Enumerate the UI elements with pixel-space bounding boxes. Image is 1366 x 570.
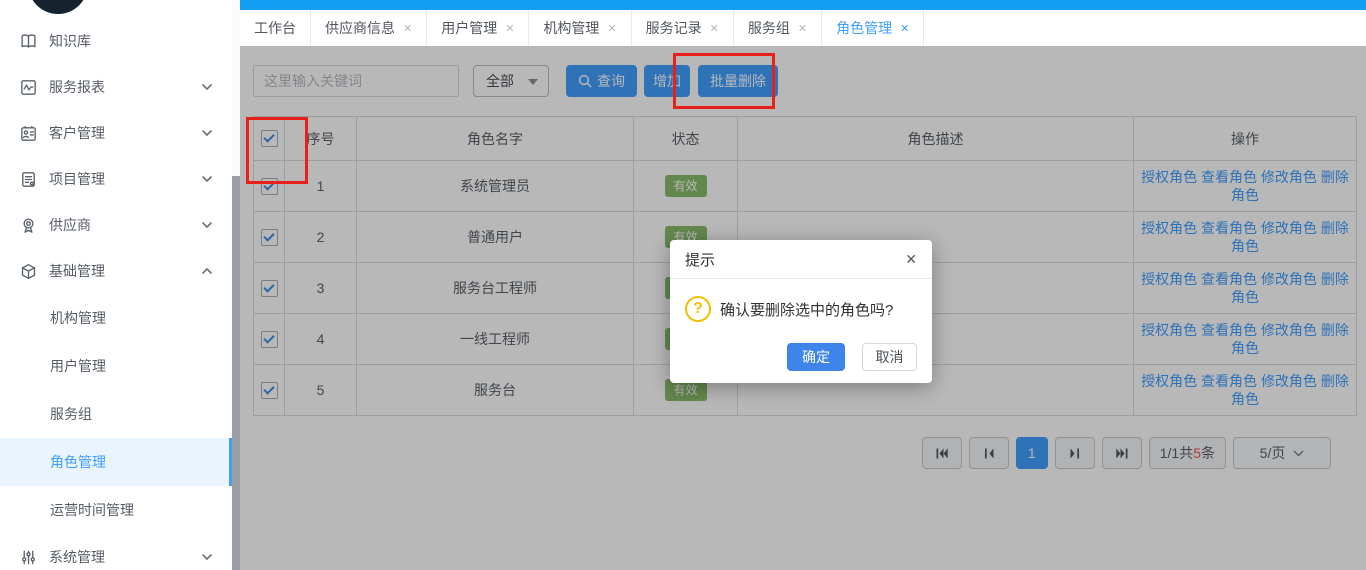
sidebar-item-label: 知识库 xyxy=(49,31,91,51)
tab-label: 工作台 xyxy=(254,18,296,38)
sidebar-subitem-user-mgmt[interactable]: 用户管理 xyxy=(0,342,232,390)
dialog-header: 提示 ✕ xyxy=(670,240,932,279)
sidebar: 知识库服务报表客户管理项目管理供应商基础管理 机构管理用户管理服务组角色管理运营… xyxy=(0,0,240,570)
tab-label: 服务组 xyxy=(748,18,790,38)
sidebar-item-label: 客户管理 xyxy=(49,123,105,143)
avatar[interactable] xyxy=(28,0,88,14)
sidebar-item-label: 系统管理 xyxy=(49,547,105,567)
cube-icon xyxy=(18,261,38,281)
sidebar-subitem-label: 运营时间管理 xyxy=(50,500,134,520)
tab-close-icon[interactable]: ✕ xyxy=(798,22,807,35)
chevron-down-icon xyxy=(202,554,212,560)
tab-label: 供应商信息 xyxy=(325,18,395,38)
sidebar-item-project-mgmt[interactable]: 项目管理 xyxy=(0,156,232,202)
dialog-footer: 确定 取消 xyxy=(787,343,917,371)
question-icon: ? xyxy=(685,296,711,322)
dialog-body: ? 确认要删除选中的角色吗? xyxy=(670,279,932,322)
sidebar-item-service-report[interactable]: 服务报表 xyxy=(0,64,232,110)
tab-close-icon[interactable]: ✕ xyxy=(710,22,719,35)
sidebar-subitem-label: 用户管理 xyxy=(50,356,106,376)
dialog-title: 提示 xyxy=(685,249,715,270)
chevron-down-icon xyxy=(202,176,212,182)
sidebar-subitem-operation-time-mgmt[interactable]: 运营时间管理 xyxy=(0,486,232,534)
project-icon xyxy=(18,169,38,189)
cancel-button[interactable]: 取消 xyxy=(862,343,917,371)
tab-bar: 工作台 供应商信息 ✕ 用户管理 ✕ 机构管理 ✕ 服务记录 ✕ 服务组 ✕ 角色管理 ✕ xyxy=(240,10,1366,46)
tab-close-icon[interactable]: ✕ xyxy=(900,22,909,35)
sliders-icon xyxy=(18,547,38,567)
sidebar-item-customer-mgmt[interactable]: 客户管理 xyxy=(0,110,232,156)
confirm-button[interactable]: 确定 xyxy=(787,343,845,371)
sidebar-item-knowledge-base[interactable]: 知识库 xyxy=(0,18,232,64)
book-icon xyxy=(18,31,38,51)
tab-close-icon[interactable]: ✕ xyxy=(607,22,616,35)
chevron-down-icon xyxy=(202,130,212,136)
sidebar-item-label: 服务报表 xyxy=(49,77,105,97)
main-area: 工作台 供应商信息 ✕ 用户管理 ✕ 机构管理 ✕ 服务记录 ✕ 服务组 ✕ 角色管理 ✕ 全部 查询 … xyxy=(240,0,1366,570)
tab-label: 服务记录 xyxy=(646,18,702,38)
tab-org-mgmt[interactable]: 机构管理 ✕ xyxy=(529,10,631,46)
sidebar-item-system-mgmt[interactable]: 系统管理 xyxy=(0,534,232,570)
sidebar-subitem-org-mgmt[interactable]: 机构管理 xyxy=(0,294,232,342)
tab-workbench[interactable]: 工作台 xyxy=(240,10,311,46)
tab-role-mgmt[interactable]: 角色管理 ✕ xyxy=(822,10,924,46)
close-icon[interactable]: ✕ xyxy=(905,252,917,266)
sidebar-item-label: 基础管理 xyxy=(49,261,105,281)
sidebar-item-base-mgmt[interactable]: 基础管理 xyxy=(0,248,232,294)
tab-user-mgmt[interactable]: 用户管理 ✕ xyxy=(427,10,529,46)
report-icon xyxy=(18,77,38,97)
sidebar-item-label: 供应商 xyxy=(49,215,91,235)
app-root: 知识库服务报表客户管理项目管理供应商基础管理 机构管理用户管理服务组角色管理运营… xyxy=(0,0,1366,570)
sidebar-item-label: 项目管理 xyxy=(49,169,105,189)
sidebar-scrollbar-thumb[interactable] xyxy=(232,176,240,570)
sidebar-item-supplier[interactable]: 供应商 xyxy=(0,202,232,248)
tab-close-icon[interactable]: ✕ xyxy=(505,22,514,35)
top-accent-strip xyxy=(240,0,1366,10)
chevron-down-icon xyxy=(202,222,212,228)
customer-icon xyxy=(18,123,38,143)
tab-close-icon[interactable]: ✕ xyxy=(403,22,412,35)
tab-supplier-info[interactable]: 供应商信息 ✕ xyxy=(311,10,427,46)
confirm-dialog: 提示 ✕ ? 确认要删除选中的角色吗? 确定 取消 xyxy=(670,240,932,383)
sidebar-subitem-service-group[interactable]: 服务组 xyxy=(0,390,232,438)
sidebar-subitem-label: 角色管理 xyxy=(50,452,106,472)
sidebar-nav: 知识库服务报表客户管理项目管理供应商基础管理 机构管理用户管理服务组角色管理运营… xyxy=(0,18,232,570)
content-panel: 全部 查询 增加 批量删除 序号角色名字状态 xyxy=(240,46,1366,570)
sidebar-subitem-label: 服务组 xyxy=(50,404,92,424)
sidebar-subitem-role-mgmt[interactable]: 角色管理 xyxy=(0,438,232,486)
supplier-icon xyxy=(18,215,38,235)
sidebar-scrollbar[interactable] xyxy=(232,0,240,570)
dialog-message: 确认要删除选中的角色吗? xyxy=(720,299,893,320)
tab-service-group[interactable]: 服务组 ✕ xyxy=(734,10,822,46)
tab-service-record[interactable]: 服务记录 ✕ xyxy=(632,10,734,46)
tab-label: 机构管理 xyxy=(543,18,599,38)
tab-label: 角色管理 xyxy=(836,18,892,38)
sidebar-subitem-label: 机构管理 xyxy=(50,308,106,328)
tab-label: 用户管理 xyxy=(441,18,497,38)
chevron-down-icon xyxy=(202,84,212,90)
chevron-up-icon xyxy=(202,268,212,274)
